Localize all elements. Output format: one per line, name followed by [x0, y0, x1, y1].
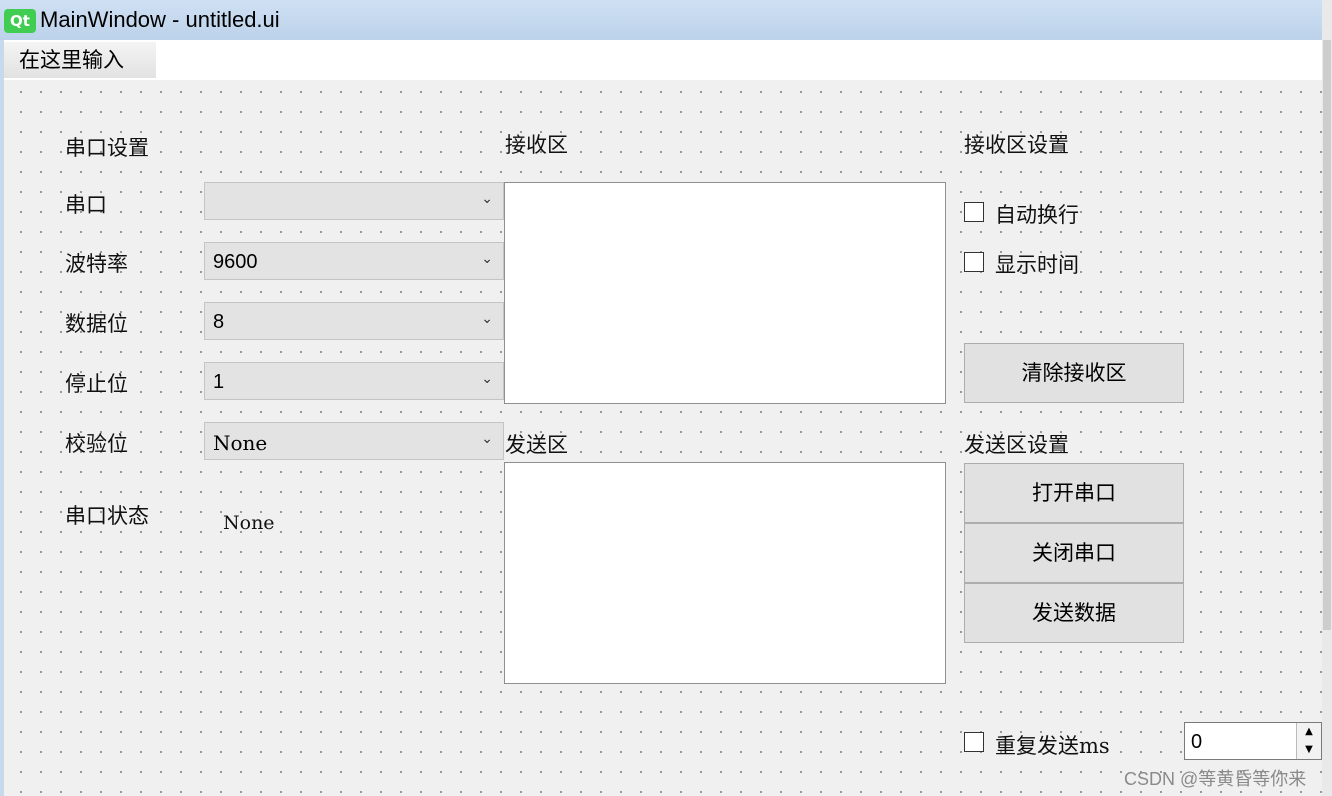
send-text-area[interactable]: [504, 462, 946, 684]
serial-settings-heading: 串口设置: [65, 136, 149, 160]
chevron-down-icon: ⌄: [481, 251, 493, 267]
parity-label: 校验位: [65, 432, 128, 456]
auto-wrap-label: 自动换行: [995, 203, 1079, 227]
receive-text-area[interactable]: [504, 182, 946, 404]
port-label: 串口: [65, 193, 107, 217]
repeat-send-label: 重复发送ms: [995, 734, 1110, 758]
chevron-down-icon: ⌄: [481, 431, 493, 447]
send-data-button[interactable]: 发送数据: [964, 583, 1184, 643]
send-area-label: 发送区: [505, 433, 568, 457]
chevron-down-icon: ⌄: [481, 371, 493, 387]
repeat-interval-value: 0: [1191, 731, 1203, 753]
form-canvas: 串口设置 串口 ⌄ 波特率 9600 ⌄ 数据位 8 ⌄ 停止位 1 ⌄ 校验位…: [4, 80, 1322, 796]
vertical-scrollbar[interactable]: [1322, 0, 1332, 796]
scrollbar-thumb[interactable]: [1323, 40, 1331, 630]
receive-settings-heading: 接收区设置: [964, 133, 1069, 157]
baud-rate-label: 波特率: [65, 252, 128, 276]
stop-bits-combo[interactable]: 1 ⌄: [204, 362, 504, 400]
data-bits-combo[interactable]: 8 ⌄: [204, 302, 504, 340]
clear-receive-button[interactable]: 清除接收区: [964, 343, 1184, 403]
baud-rate-combo[interactable]: 9600 ⌄: [204, 242, 504, 280]
title-bar: Qt MainWindow - untitled.ui: [0, 0, 1332, 40]
watermark: CSDN @等黄昏等你来: [1124, 769, 1307, 789]
serial-status-label: 串口状态: [65, 504, 149, 528]
show-time-checkbox[interactable]: [964, 252, 984, 272]
close-port-button[interactable]: 关闭串口: [964, 523, 1184, 583]
auto-wrap-checkbox[interactable]: [964, 202, 984, 222]
chevron-down-icon: ⌄: [481, 311, 493, 327]
port-combo[interactable]: ⌄: [204, 182, 504, 220]
show-time-label: 显示时间: [995, 253, 1079, 277]
serial-status-value: None: [223, 512, 275, 534]
caret-up-icon[interactable]: ▲: [1296, 723, 1321, 742]
caret-down-icon[interactable]: ▼: [1296, 741, 1321, 759]
chevron-down-icon: ⌄: [481, 191, 493, 207]
baud-rate-value: 9600: [213, 251, 258, 273]
qt-logo-icon: Qt: [4, 9, 36, 33]
send-settings-heading: 发送区设置: [964, 433, 1069, 457]
repeat-interval-spinbox[interactable]: 0 ▲ ▼: [1184, 722, 1322, 760]
menu-bar: 在这里输入: [4, 40, 1322, 80]
data-bits-label: 数据位: [65, 312, 128, 336]
parity-value: None: [213, 431, 268, 455]
stop-bits-value: 1: [213, 371, 225, 393]
window-title: MainWindow - untitled.ui: [40, 7, 280, 32]
receive-area-label: 接收区: [505, 133, 568, 157]
parity-combo[interactable]: None ⌄: [204, 422, 504, 460]
stop-bits-label: 停止位: [65, 372, 128, 396]
open-port-button[interactable]: 打开串口: [964, 463, 1184, 523]
repeat-send-checkbox[interactable]: [964, 732, 984, 752]
data-bits-value: 8: [213, 311, 225, 333]
menu-item-type-here[interactable]: 在这里输入: [4, 42, 156, 78]
